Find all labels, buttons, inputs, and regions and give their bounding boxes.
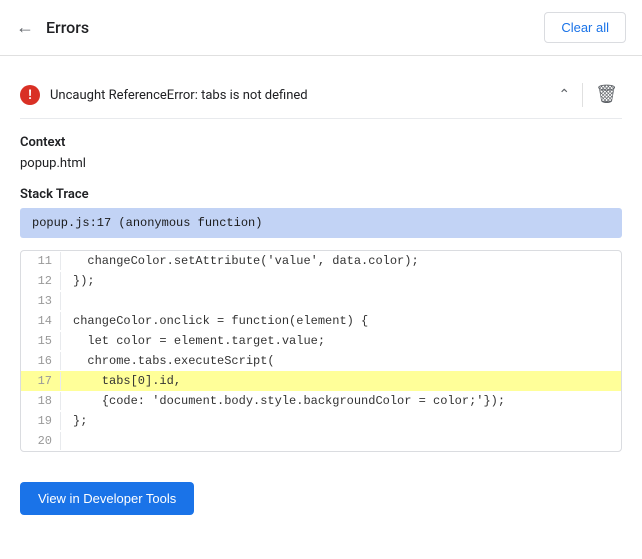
line-number: 17 [21,372,61,390]
line-content: changeColor.onclick = function(element) … [69,312,621,330]
delete-icon[interactable]: 🗑 [591,82,622,108]
line-content [69,292,621,296]
error-row: Uncaught ReferenceError: tabs is not def… [20,72,622,119]
code-line: 12}); [21,271,621,291]
line-content [69,432,621,436]
line-content: chrome.tabs.executeScript( [69,352,621,370]
error-icon [20,85,40,105]
line-number: 16 [21,352,61,370]
error-actions: ⌃ 🗑 [554,82,622,108]
error-message: Uncaught ReferenceError: tabs is not def… [50,88,308,103]
line-content: {code: 'document.body.style.backgroundCo… [69,392,621,410]
code-line: 16 chrome.tabs.executeScript( [21,351,621,371]
separator [582,83,583,107]
page-title: Errors [46,18,89,37]
line-number: 15 [21,332,61,350]
line-number: 20 [21,432,61,450]
code-block: 11 changeColor.setAttribute('value', dat… [20,250,622,452]
code-line: 17 tabs[0].id, [21,371,621,391]
code-line: 14 changeColor.onclick = function(element… [21,311,621,331]
line-number: 14 [21,312,61,330]
code-line: 15 let color = element.target.value; [21,331,621,351]
code-line: 19}; [21,411,621,431]
stack-trace-entry: popup.js:17 (anonymous function) [20,208,622,238]
collapse-icon[interactable]: ⌃ [554,83,574,107]
code-block-inner[interactable]: 11 changeColor.setAttribute('value', dat… [21,251,621,451]
context-file: popup.html [20,156,622,171]
clear-all-button[interactable]: Clear all [544,12,626,43]
content-area: Uncaught ReferenceError: tabs is not def… [0,56,642,468]
code-line: 18 {code: 'document.body.style.backgroun… [21,391,621,411]
line-content: }; [69,412,621,430]
stack-trace-label: Stack Trace [20,187,622,202]
code-line: 13 [21,291,621,311]
code-line: 20 [21,431,621,451]
line-number: 13 [21,292,61,310]
line-number: 19 [21,412,61,430]
line-content: }); [69,272,621,290]
line-number: 12 [21,272,61,290]
line-number: 11 [21,252,61,270]
line-number: 18 [21,392,61,410]
header: ← Errors Clear all [0,0,642,56]
error-left: Uncaught ReferenceError: tabs is not def… [20,85,308,105]
code-line: 11 changeColor.setAttribute('value', dat… [21,251,621,271]
context-label: Context [20,135,622,150]
line-content: changeColor.setAttribute('value', data.c… [69,252,621,270]
footer: View in Developer Tools [0,468,642,529]
line-content: tabs[0].id, [69,372,621,390]
line-content: let color = element.target.value; [69,332,621,350]
header-left: ← Errors [16,18,89,37]
dev-tools-button[interactable]: View in Developer Tools [20,482,194,515]
back-button[interactable]: ← [16,19,34,37]
